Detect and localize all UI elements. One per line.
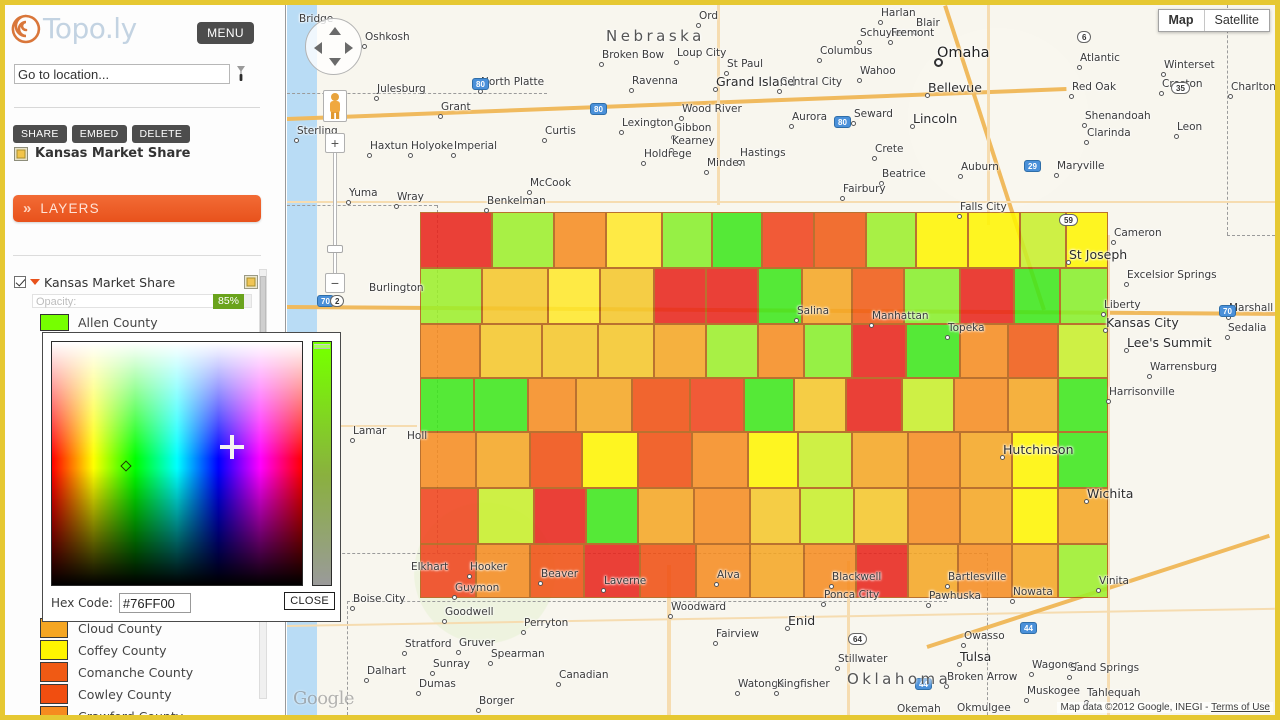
map-canvas[interactable]: Bridge Oshkosh Ord Harlan Blair Schuyler Fremo…	[287, 5, 1275, 715]
sidebar-divider	[14, 107, 260, 108]
highway-shield-icon: 80	[834, 116, 851, 128]
highway-shield-icon: 59	[1059, 214, 1078, 226]
county-label: Comanche County	[78, 664, 194, 680]
map-document-icon	[14, 146, 28, 161]
layer-expand-triangle-icon[interactable]	[30, 279, 40, 285]
opacity-value-knob[interactable]: 85%	[212, 294, 244, 309]
map-type-switch[interactable]: Map Satellite	[1157, 9, 1270, 32]
layer-entry-allen-county[interactable]: Allen County	[40, 314, 258, 331]
county-label: Cowley County	[78, 686, 172, 702]
delete-button[interactable]: DELETE	[131, 125, 191, 143]
location-pin-icon[interactable]	[236, 65, 246, 83]
layer-visibility-checkbox[interactable]	[14, 276, 26, 288]
share-button[interactable]: SHARE	[13, 125, 67, 143]
pan-left-icon[interactable]	[314, 42, 322, 54]
color-picker-dialog[interactable]: Hex Code: CLOSE	[42, 332, 341, 622]
brand-header: Topo.ly MENU	[5, 5, 285, 47]
goto-location-row	[14, 64, 254, 84]
layer-name: Kansas Market Share	[44, 274, 176, 290]
color-picker-footer: Hex Code: CLOSE	[43, 592, 340, 613]
highway-shield-icon: 2	[330, 295, 345, 307]
pan-right-icon[interactable]	[345, 42, 353, 54]
spiral-icon	[11, 14, 41, 44]
pan-up-icon[interactable]	[329, 27, 341, 35]
document-actions: SHARE EMBED DELETE	[13, 125, 191, 143]
map-attribution: Map data ©2012 Google, INEGI - Terms of …	[1057, 702, 1273, 713]
highway-shield-icon: 29	[1024, 160, 1041, 172]
double-chevron-right-icon: »	[23, 200, 32, 217]
terms-of-use-link[interactable]: Terms of Use	[1211, 702, 1270, 713]
list-item[interactable]: Coffey County	[40, 639, 255, 661]
highway-shield-icon: 35	[1171, 82, 1190, 94]
map-type-map[interactable]: Map	[1158, 10, 1204, 31]
layer-group: Kansas Market Share Opacity: 85% Allen C…	[14, 273, 258, 331]
layer-header[interactable]: Kansas Market Share	[14, 273, 258, 291]
topoly-app: Bridge Oshkosh Ord Harlan Blair Schuyler Fremo…	[0, 0, 1280, 720]
embed-button[interactable]: EMBED	[71, 125, 127, 143]
document-title-row: Kansas Market Share	[14, 146, 190, 161]
street-view-pegman-icon[interactable]	[323, 90, 347, 122]
color-swatch[interactable]	[40, 662, 68, 682]
zoom-thumb[interactable]	[327, 245, 343, 253]
google-watermark: Google	[293, 688, 354, 709]
brand-logo-text: Topo.ly	[43, 12, 137, 45]
list-item[interactable]: Comanche County	[40, 661, 255, 683]
pan-control[interactable]	[305, 18, 362, 75]
goto-location-input[interactable]	[14, 64, 230, 84]
highway-shield-icon: 64	[848, 633, 867, 645]
hex-code-label: Hex Code:	[51, 596, 113, 610]
highway-shield-icon: 44	[1020, 622, 1037, 634]
brightness-slider[interactable]	[312, 341, 332, 586]
pan-down-icon[interactable]	[329, 58, 341, 66]
highway-shield-icon: 80	[472, 78, 489, 90]
county-label: Crawford County	[78, 709, 183, 716]
brightness-slider-knob[interactable]	[314, 344, 331, 349]
opacity-label: Opacity:	[36, 296, 77, 308]
color-picker-body	[43, 333, 340, 586]
highway-shield-icon: 80	[590, 103, 607, 115]
map-type-satellite[interactable]: Satellite	[1203, 10, 1269, 31]
county-legend-list[interactable]: Cloud County Coffey County Comanche County…	[40, 617, 255, 715]
layer-settings-icon[interactable]	[244, 275, 258, 289]
list-item[interactable]: Crawford County	[40, 705, 255, 715]
color-swatch[interactable]	[40, 640, 68, 660]
county-label: Coffey County	[78, 642, 167, 658]
county-label: Cloud County	[78, 620, 163, 636]
layers-divider	[13, 255, 261, 256]
pegman-glyph	[330, 93, 340, 119]
zoom-slider[interactable]: + −	[325, 133, 345, 293]
zoom-track[interactable]	[333, 153, 337, 273]
hex-code-input[interactable]	[118, 593, 191, 613]
zoom-in-button[interactable]: +	[325, 133, 345, 153]
close-button[interactable]: CLOSE	[284, 592, 335, 610]
color-swatch[interactable]	[40, 684, 68, 704]
color-selection-diamond-marker[interactable]	[120, 460, 132, 472]
highway-shields-layer: 80808029635597070444444642540	[287, 5, 1275, 715]
attribution-text: Map data ©2012 Google, INEGI -	[1060, 702, 1212, 713]
hue-saturation-field[interactable]	[51, 341, 304, 586]
zoom-out-button[interactable]: −	[325, 273, 345, 293]
highway-shield-icon: 70	[1219, 305, 1236, 317]
layers-button-label: LAYERS	[40, 201, 100, 216]
county-label: Allen County	[78, 315, 158, 330]
color-swatch[interactable]	[40, 314, 69, 331]
highway-shield-icon: 6	[1077, 31, 1092, 43]
highway-shield-icon: 44	[915, 678, 932, 690]
opacity-slider[interactable]: Opacity: 85%	[32, 294, 252, 309]
layers-button[interactable]: » LAYERS	[13, 195, 261, 222]
document-title: Kansas Market Share	[35, 146, 191, 161]
color-crosshair-cursor[interactable]	[220, 435, 244, 459]
list-item[interactable]: Cowley County	[40, 683, 255, 705]
color-swatch[interactable]	[40, 706, 68, 715]
menu-button[interactable]: MENU	[197, 22, 254, 44]
